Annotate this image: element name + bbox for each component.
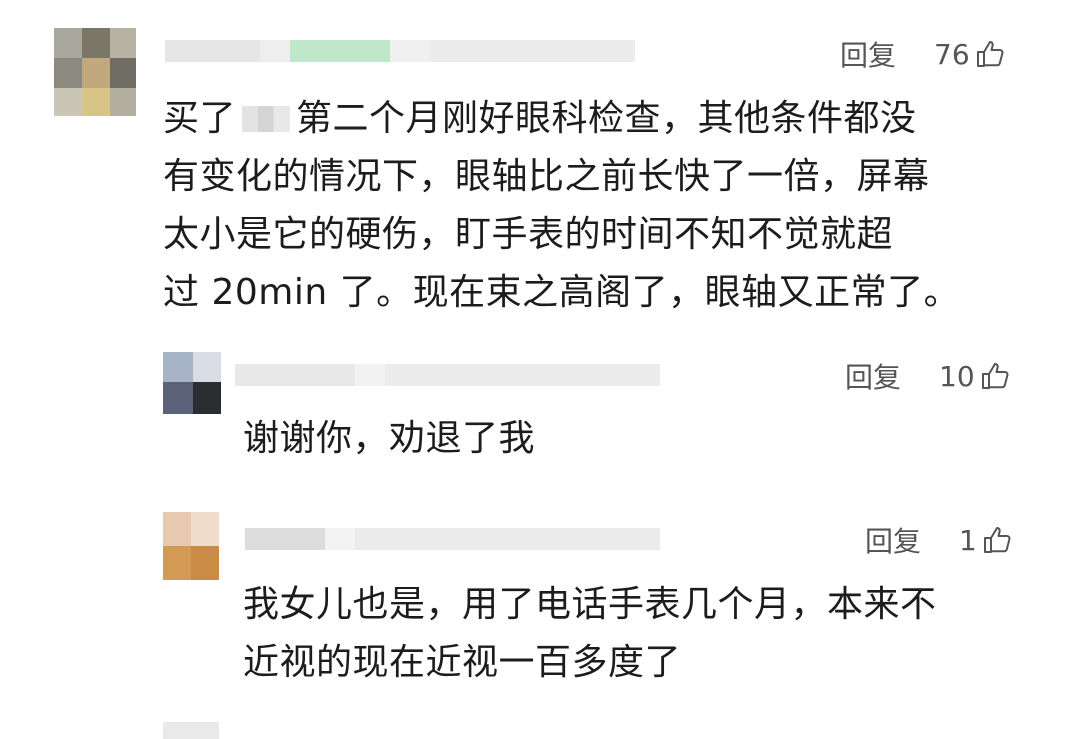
- reply-button[interactable]: 回复: [865, 520, 921, 560]
- comment-meta: 回复 76: [840, 34, 1006, 74]
- comment-text: 买了 第二个月刚好眼科检查，其他条件都没 有变化的情况下，眼轴比之前长快了一倍，屏…: [163, 90, 1043, 322]
- avatar[interactable]: [163, 512, 219, 580]
- username-blurred[interactable]: [165, 40, 635, 62]
- redacted-product-name: [242, 106, 291, 132]
- avatar[interactable]: [54, 28, 136, 116]
- thumbs-up-icon[interactable]: [979, 360, 1011, 392]
- comments-page: 回复 76 买了 第二个月刚好眼科检查，其他条件都没 有变化的情况下，眼轴比之前长…: [0, 0, 1080, 739]
- comment-text: 我女儿也是，用了电话手表几个月，本来不 近视的现在近视一百多度了: [243, 584, 937, 683]
- like-count: 1: [959, 523, 977, 557]
- comment-text-part: 买了: [163, 98, 237, 139]
- comment-text: 谢谢你，劝退了我: [243, 418, 536, 459]
- avatar[interactable]: [163, 352, 221, 414]
- thumbs-up-icon[interactable]: [974, 38, 1006, 70]
- like-count: 76: [934, 37, 970, 71]
- comment-meta: 回复 1: [865, 520, 1013, 560]
- comment-meta: 回复 10: [845, 356, 1011, 396]
- username-blurred[interactable]: [235, 364, 660, 386]
- like-count: 10: [939, 359, 975, 393]
- thumbs-up-icon[interactable]: [981, 524, 1013, 556]
- reply-button[interactable]: 回复: [845, 356, 901, 396]
- username-blurred[interactable]: [245, 528, 660, 550]
- avatar[interactable]: [163, 722, 219, 739]
- reply-button[interactable]: 回复: [840, 34, 896, 74]
